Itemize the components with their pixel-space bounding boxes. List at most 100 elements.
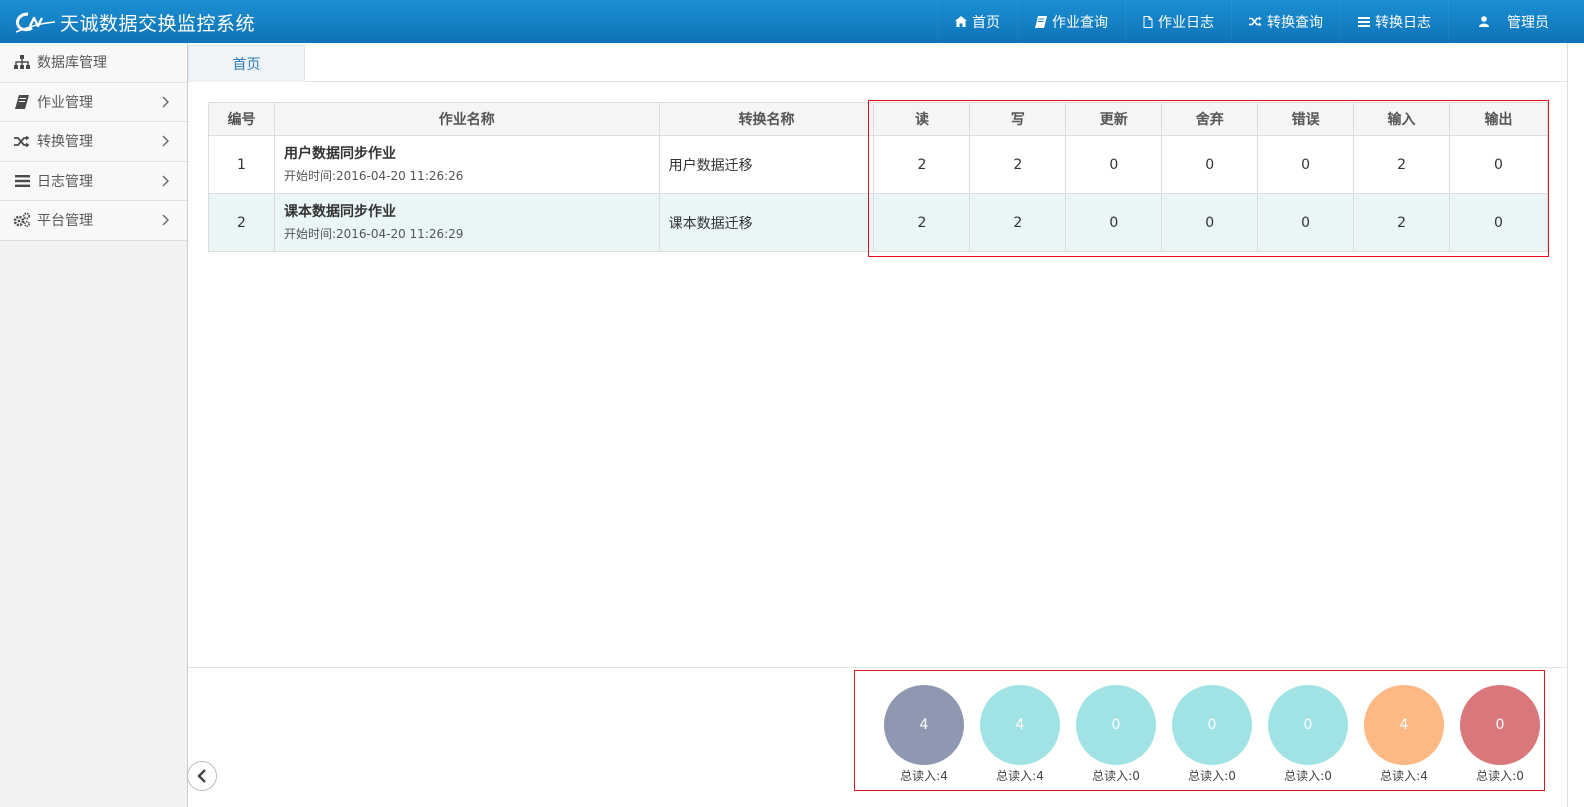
cell-write: 2 xyxy=(969,193,1067,252)
job-start-time: 开始时间:2016-04-20 11:26:26 xyxy=(283,168,464,183)
cell-output: 0 xyxy=(1449,193,1548,252)
cell-output: 0 xyxy=(1449,135,1548,194)
random-icon xyxy=(13,133,31,149)
col-header-discard: 舍弃 xyxy=(1161,102,1259,136)
file-icon xyxy=(1143,15,1153,28)
monitor-table: 编号 作业名称 转换名称 读 写 更新 舍弃 错误 输入 输出 1 用户数据同步… xyxy=(208,102,1548,252)
cell-input: 2 xyxy=(1353,135,1451,194)
nav-menu: 首页 作业查询 作业日志 转换查询 转换日志 管理员 xyxy=(937,0,1566,43)
cell-job: 用户数据同步作业 开始时间:2016-04-20 11:26:26 xyxy=(273,135,660,194)
top-navbar: 天诚数据交换监控系统 首页 作业查询 作业日志 转换查询 转换日志 管理员 xyxy=(0,0,1584,43)
col-header-input: 输入 xyxy=(1353,102,1451,136)
page-scroll-edge xyxy=(1567,43,1568,807)
nav-item-label: 转换日志 xyxy=(1375,14,1431,31)
summary-stat: 4 总读入:4 xyxy=(884,685,964,784)
cell-update: 0 xyxy=(1065,193,1163,252)
nav-item-job-log[interactable]: 作业日志 xyxy=(1125,0,1231,43)
nav-item-label: 作业查询 xyxy=(1052,14,1108,31)
table-header-row: 编号 作业名称 转换名称 读 写 更新 舍弃 错误 输入 输出 xyxy=(208,102,1548,136)
col-header-read: 读 xyxy=(873,102,971,136)
summary-label: 总读入:4 xyxy=(996,769,1044,783)
summary-circle: 4 xyxy=(1364,685,1444,765)
summary-stat: 0 总读入:0 xyxy=(1076,685,1156,784)
summary-circle: 4 xyxy=(884,685,964,765)
summary-label: 总读入:0 xyxy=(1476,769,1524,783)
sidebar-item-label: 转换管理 xyxy=(37,134,93,151)
sidebar-item-job[interactable]: 作业管理 xyxy=(0,82,187,122)
summary-circle: 0 xyxy=(1172,685,1252,765)
sidebar: 数据库管理 作业管理 转换管理 日志管理 平台管理 xyxy=(0,43,188,807)
col-header-output: 输出 xyxy=(1449,102,1548,136)
summary-circle: 0 xyxy=(1268,685,1348,765)
table-row[interactable]: 1 用户数据同步作业 开始时间:2016-04-20 11:26:26 用户数据… xyxy=(208,135,1548,194)
cell-read: 2 xyxy=(873,193,971,252)
cell-update: 0 xyxy=(1065,135,1163,194)
cell-discard: 0 xyxy=(1161,135,1259,194)
col-header-id: 编号 xyxy=(208,102,275,136)
summary-panel: 4 总读入:4 4 总读入:4 0 总读入:0 0 总读入:0 0 总读入:0 … xyxy=(854,670,1545,791)
monitor-table-container: 编号 作业名称 转换名称 读 写 更新 舍弃 错误 输入 输出 1 用户数据同步… xyxy=(208,102,1548,252)
summary-stat: 0 总读入:0 xyxy=(1460,685,1540,784)
chevron-right-icon xyxy=(162,96,169,107)
nav-item-label: 转换查询 xyxy=(1267,14,1323,31)
nav-item-label: 首页 xyxy=(972,14,1000,31)
summary-label: 总读入:4 xyxy=(900,769,948,783)
sidebar-item-platform[interactable]: 平台管理 xyxy=(0,201,187,241)
nav-item-label: 作业日志 xyxy=(1158,14,1214,31)
sidebar-item-transform[interactable]: 转换管理 xyxy=(0,122,187,162)
cell-write: 2 xyxy=(969,135,1067,194)
cell-trans-name: 用户数据迁移 xyxy=(658,135,875,194)
job-name: 用户数据同步作业 xyxy=(283,145,396,162)
nav-item-job-query[interactable]: 作业查询 xyxy=(1017,0,1125,43)
brand[interactable]: 天诚数据交换监控系统 xyxy=(14,8,255,36)
sidebar-item-label: 作业管理 xyxy=(37,94,93,111)
nav-user-menu[interactable]: 管理员 xyxy=(1448,0,1566,43)
summary-label: 总读入:4 xyxy=(1380,769,1428,783)
tab-home[interactable]: 首页 xyxy=(188,45,305,82)
tab-bar: 首页 xyxy=(188,43,1568,82)
brand-logo-icon xyxy=(14,10,56,34)
col-header-update: 更新 xyxy=(1065,102,1163,136)
tab-label: 首页 xyxy=(232,57,261,73)
cell-input: 2 xyxy=(1353,193,1451,252)
chevron-right-icon xyxy=(162,175,169,186)
nav-item-home[interactable]: 首页 xyxy=(937,0,1017,43)
user-icon xyxy=(1479,16,1489,27)
user-name: 管理员 xyxy=(1507,14,1549,31)
nav-item-trans-query[interactable]: 转换查询 xyxy=(1231,0,1340,43)
col-header-error: 错误 xyxy=(1257,102,1355,136)
summary-circle: 0 xyxy=(1460,685,1540,765)
chevron-right-icon xyxy=(162,214,169,226)
sidebar-item-label: 日志管理 xyxy=(37,173,93,190)
cell-id: 2 xyxy=(208,193,275,252)
cell-error: 0 xyxy=(1257,193,1355,252)
sidebar-item-log[interactable]: 日志管理 xyxy=(0,161,187,201)
summary-stat: 0 总读入:0 xyxy=(1172,685,1252,784)
app-title: 天诚数据交换监控系统 xyxy=(60,12,256,35)
random-icon xyxy=(1249,16,1262,27)
cell-read: 2 xyxy=(873,135,971,194)
job-start-time: 开始时间:2016-04-20 11:26:29 xyxy=(283,226,464,241)
sitemap-icon xyxy=(13,54,31,70)
nav-item-trans-log[interactable]: 转换日志 xyxy=(1340,0,1448,43)
home-icon xyxy=(955,16,967,27)
cell-error: 0 xyxy=(1257,135,1355,194)
summary-label: 总读入:0 xyxy=(1092,769,1140,783)
summary-label: 总读入:0 xyxy=(1284,769,1332,783)
col-header-job-name: 作业名称 xyxy=(273,102,660,136)
book-icon xyxy=(1035,15,1047,28)
list-icon xyxy=(13,173,31,189)
cell-discard: 0 xyxy=(1161,193,1259,252)
col-header-trans-name: 转换名称 xyxy=(658,102,875,136)
cogs-icon xyxy=(13,212,31,228)
job-name: 课本数据同步作业 xyxy=(283,203,396,220)
sidebar-item-database[interactable]: 数据库管理 xyxy=(0,43,187,83)
summary-stat: 4 总读入:4 xyxy=(980,685,1060,784)
table-row[interactable]: 2 课本数据同步作业 开始时间:2016-04-20 11:26:29 课本数据… xyxy=(208,193,1548,252)
summary-divider xyxy=(188,667,1568,668)
summary-label: 总读入:0 xyxy=(1188,769,1236,783)
sidebar-item-label: 数据库管理 xyxy=(37,55,107,72)
summary-stat: 4 总读入:4 xyxy=(1364,685,1444,784)
summary-stat: 0 总读入:0 xyxy=(1268,685,1348,784)
chevron-right-icon xyxy=(162,135,169,147)
